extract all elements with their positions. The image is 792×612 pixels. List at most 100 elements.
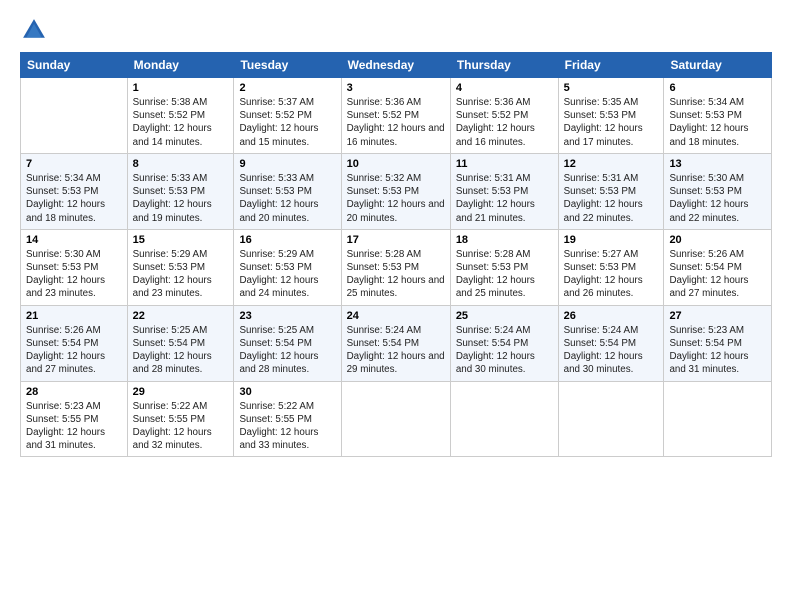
day-info: Sunrise: 5:31 AMSunset: 5:53 PMDaylight:…	[456, 172, 553, 225]
day-number: 24	[347, 310, 445, 322]
day-cell-11: 11 Sunrise: 5:31 AMSunset: 5:53 PMDayligh…	[450, 153, 558, 229]
day-cell-7: 7Sunrise: 5:34 AMSunset: 5:53 PMDaylight…	[21, 153, 128, 229]
day-cell-19: 19 Sunrise: 5:27 AMSunset: 5:53 PMDayligh…	[558, 229, 664, 305]
header-row: SundayMondayTuesdayWednesdayThursdayFrid…	[21, 53, 772, 78]
day-number: 22	[133, 310, 229, 322]
day-cell-4: 4 Sunrise: 5:36 AMSunset: 5:52 PMDaylight…	[450, 78, 558, 154]
day-cell-24: 24 Sunrise: 5:24 AMSunset: 5:54 PMDayligh…	[341, 305, 450, 381]
day-number: 23	[239, 310, 335, 322]
day-cell-21: 21Sunrise: 5:26 AMSunset: 5:54 PMDayligh…	[21, 305, 128, 381]
day-info: Sunrise: 5:28 AMSunset: 5:53 PMDaylight:…	[347, 248, 445, 301]
day-number: 13	[669, 158, 766, 170]
empty-cell	[664, 381, 772, 457]
header-day-monday: Monday	[127, 53, 234, 78]
day-info: Sunrise: 5:24 AMSunset: 5:54 PMDaylight:…	[564, 324, 659, 377]
week-row-1: 1 Sunrise: 5:38 AMSunset: 5:52 PMDaylight…	[21, 78, 772, 154]
day-number: 9	[239, 158, 335, 170]
day-number: 5	[564, 82, 659, 94]
day-cell-2: 2 Sunrise: 5:37 AMSunset: 5:52 PMDaylight…	[234, 78, 341, 154]
day-info: Sunrise: 5:35 AMSunset: 5:53 PMDaylight:…	[564, 96, 659, 149]
day-info: Sunrise: 5:36 AMSunset: 5:52 PMDaylight:…	[347, 96, 445, 149]
day-cell-9: 9 Sunrise: 5:33 AMSunset: 5:53 PMDaylight…	[234, 153, 341, 229]
day-number: 1	[133, 82, 229, 94]
day-info: Sunrise: 5:30 AMSunset: 5:53 PMDaylight:…	[669, 172, 766, 225]
day-number: 19	[564, 234, 659, 246]
week-row-4: 21Sunrise: 5:26 AMSunset: 5:54 PMDayligh…	[21, 305, 772, 381]
day-info: Sunrise: 5:22 AMSunset: 5:55 PMDaylight:…	[133, 400, 229, 453]
day-cell-13: 13 Sunrise: 5:30 AMSunset: 5:53 PMDayligh…	[664, 153, 772, 229]
header	[20, 16, 772, 44]
calendar-table: SundayMondayTuesdayWednesdayThursdayFrid…	[20, 52, 772, 457]
day-info: Sunrise: 5:24 AMSunset: 5:54 PMDaylight:…	[347, 324, 445, 377]
day-cell-18: 18 Sunrise: 5:28 AMSunset: 5:53 PMDayligh…	[450, 229, 558, 305]
day-cell-17: 17 Sunrise: 5:28 AMSunset: 5:53 PMDayligh…	[341, 229, 450, 305]
day-number: 10	[347, 158, 445, 170]
logo-icon	[20, 16, 48, 44]
day-number: 7	[26, 158, 122, 170]
day-number: 17	[347, 234, 445, 246]
day-number: 4	[456, 82, 553, 94]
day-number: 15	[133, 234, 229, 246]
day-cell-23: 23 Sunrise: 5:25 AMSunset: 5:54 PMDayligh…	[234, 305, 341, 381]
day-info: Sunrise: 5:24 AMSunset: 5:54 PMDaylight:…	[456, 324, 553, 377]
header-day-thursday: Thursday	[450, 53, 558, 78]
day-info: Sunrise: 5:31 AMSunset: 5:53 PMDaylight:…	[564, 172, 659, 225]
day-info: Sunrise: 5:26 AMSunset: 5:54 PMDaylight:…	[669, 248, 766, 301]
day-cell-5: 5 Sunrise: 5:35 AMSunset: 5:53 PMDaylight…	[558, 78, 664, 154]
day-number: 6	[669, 82, 766, 94]
logo	[20, 16, 52, 44]
day-cell-27: 27Sunrise: 5:23 AMSunset: 5:54 PMDayligh…	[664, 305, 772, 381]
day-info: Sunrise: 5:22 AMSunset: 5:55 PMDaylight:…	[239, 400, 335, 453]
day-number: 21	[26, 310, 122, 322]
header-day-tuesday: Tuesday	[234, 53, 341, 78]
day-info: Sunrise: 5:29 AMSunset: 5:53 PMDaylight:…	[133, 248, 229, 301]
empty-cell	[450, 381, 558, 457]
day-info: Sunrise: 5:32 AMSunset: 5:53 PMDaylight:…	[347, 172, 445, 225]
day-info: Sunrise: 5:28 AMSunset: 5:53 PMDaylight:…	[456, 248, 553, 301]
day-number: 20	[669, 234, 766, 246]
day-cell-6: 6 Sunrise: 5:34 AMSunset: 5:53 PMDaylight…	[664, 78, 772, 154]
day-number: 16	[239, 234, 335, 246]
day-info: Sunrise: 5:27 AMSunset: 5:53 PMDaylight:…	[564, 248, 659, 301]
day-number: 26	[564, 310, 659, 322]
empty-cell	[558, 381, 664, 457]
day-cell-30: 30 Sunrise: 5:22 AMSunset: 5:55 PMDayligh…	[234, 381, 341, 457]
day-info: Sunrise: 5:29 AMSunset: 5:53 PMDaylight:…	[239, 248, 335, 301]
day-number: 14	[26, 234, 122, 246]
day-info: Sunrise: 5:34 AMSunset: 5:53 PMDaylight:…	[669, 96, 766, 149]
day-number: 8	[133, 158, 229, 170]
day-info: Sunrise: 5:25 AMSunset: 5:54 PMDaylight:…	[239, 324, 335, 377]
day-number: 30	[239, 386, 335, 398]
day-cell-3: 3 Sunrise: 5:36 AMSunset: 5:52 PMDaylight…	[341, 78, 450, 154]
day-info: Sunrise: 5:37 AMSunset: 5:52 PMDaylight:…	[239, 96, 335, 149]
week-row-2: 7Sunrise: 5:34 AMSunset: 5:53 PMDaylight…	[21, 153, 772, 229]
day-cell-28: 28 Sunrise: 5:23 AMSunset: 5:55 PMDayligh…	[21, 381, 128, 457]
day-number: 3	[347, 82, 445, 94]
day-cell-22: 22 Sunrise: 5:25 AMSunset: 5:54 PMDayligh…	[127, 305, 234, 381]
empty-cell	[341, 381, 450, 457]
header-day-friday: Friday	[558, 53, 664, 78]
day-number: 2	[239, 82, 335, 94]
day-info: Sunrise: 5:25 AMSunset: 5:54 PMDaylight:…	[133, 324, 229, 377]
day-info: Sunrise: 5:23 AMSunset: 5:55 PMDaylight:…	[26, 400, 122, 453]
header-day-saturday: Saturday	[664, 53, 772, 78]
day-number: 12	[564, 158, 659, 170]
day-number: 29	[133, 386, 229, 398]
day-number: 28	[26, 386, 122, 398]
day-info: Sunrise: 5:23 AMSunset: 5:54 PMDaylight:…	[669, 324, 766, 377]
day-cell-12: 12 Sunrise: 5:31 AMSunset: 5:53 PMDayligh…	[558, 153, 664, 229]
day-info: Sunrise: 5:36 AMSunset: 5:52 PMDaylight:…	[456, 96, 553, 149]
day-info: Sunrise: 5:33 AMSunset: 5:53 PMDaylight:…	[239, 172, 335, 225]
day-cell-14: 14Sunrise: 5:30 AMSunset: 5:53 PMDayligh…	[21, 229, 128, 305]
week-row-3: 14Sunrise: 5:30 AMSunset: 5:53 PMDayligh…	[21, 229, 772, 305]
day-info: Sunrise: 5:33 AMSunset: 5:53 PMDaylight:…	[133, 172, 229, 225]
empty-cell	[21, 78, 128, 154]
day-number: 11	[456, 158, 553, 170]
day-cell-25: 25Sunrise: 5:24 AMSunset: 5:54 PMDayligh…	[450, 305, 558, 381]
day-cell-15: 15 Sunrise: 5:29 AMSunset: 5:53 PMDayligh…	[127, 229, 234, 305]
day-cell-8: 8 Sunrise: 5:33 AMSunset: 5:53 PMDaylight…	[127, 153, 234, 229]
day-number: 18	[456, 234, 553, 246]
day-cell-16: 16 Sunrise: 5:29 AMSunset: 5:53 PMDayligh…	[234, 229, 341, 305]
day-info: Sunrise: 5:38 AMSunset: 5:52 PMDaylight:…	[133, 96, 229, 149]
day-cell-10: 10 Sunrise: 5:32 AMSunset: 5:53 PMDayligh…	[341, 153, 450, 229]
